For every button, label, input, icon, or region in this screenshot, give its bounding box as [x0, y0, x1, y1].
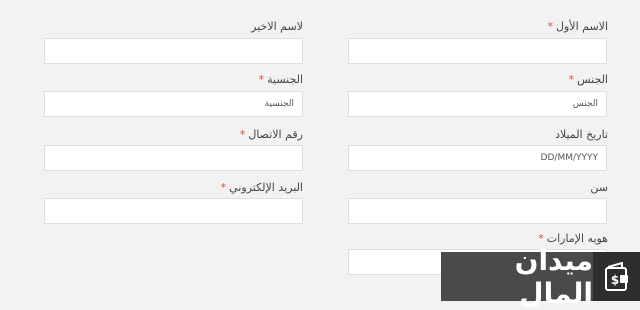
nationality-label: الجنسية* [258, 73, 303, 86]
last-name-input[interactable] [44, 38, 303, 64]
email-label: البريد الإلكتروني* [220, 181, 303, 194]
required-marker: * [239, 128, 246, 141]
email-input[interactable] [44, 198, 303, 224]
first-name-input[interactable] [348, 38, 607, 64]
age-input[interactable] [348, 198, 607, 224]
required-marker: * [220, 181, 227, 194]
nationality-select[interactable] [44, 91, 303, 117]
gender-select[interactable] [348, 91, 607, 117]
watermark-text: ميدان المال [441, 244, 594, 310]
last-name-label: لاسم الاخير [251, 20, 303, 33]
required-marker: * [568, 73, 575, 86]
phone-input[interactable] [44, 145, 303, 171]
age-label: سن [590, 181, 608, 194]
first-name-label: الاسم الأول* [547, 20, 609, 33]
birth-date-input[interactable] [348, 145, 607, 171]
phone-label: رقم الاتصال* [239, 128, 303, 141]
svg-text:$: $ [610, 273, 618, 287]
birth-date-label: تاريخ الميلاد [555, 128, 608, 141]
wallet-currency-icon: $ [593, 252, 640, 301]
required-marker: * [547, 20, 554, 33]
required-marker: * [258, 73, 265, 86]
watermark: ميدان المال $ [441, 244, 640, 310]
gender-label: الجنس* [568, 73, 608, 86]
